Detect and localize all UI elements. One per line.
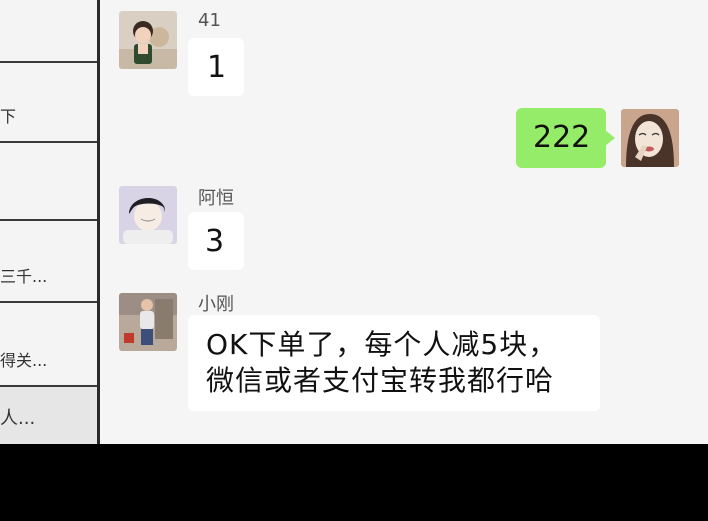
message-bubble[interactable]: 3 [188, 212, 244, 270]
conversation-snippet: 人... [0, 408, 36, 429]
bottom-black-bar [0, 444, 708, 521]
sender-name: 阿恒 [198, 188, 234, 209]
conversation-item[interactable] [0, 0, 97, 63]
message-bubble[interactable]: 1 [188, 38, 244, 96]
avatar-man-photo-icon [119, 293, 177, 351]
message-text-line: 微信或者支付宝转我都行哈 [206, 364, 555, 397]
avatar[interactable] [119, 186, 177, 244]
avatar[interactable] [119, 11, 177, 69]
conversation-item[interactable]: 三千... [0, 221, 97, 303]
message-text: 1 [207, 50, 227, 85]
message-text: 3 [205, 224, 225, 259]
conversation-snippet: 三千... [0, 267, 48, 286]
sender-name: 41 [198, 10, 221, 31]
conversation-item[interactable] [0, 143, 97, 221]
avatar-self[interactable] [621, 109, 679, 167]
avatar-woman-sketch-icon [621, 109, 679, 167]
message-bubble[interactable]: OK下单了，每个人减5块， 微信或者支付宝转我都行哈 [188, 315, 600, 411]
conversation-item[interactable]: 得关... [0, 303, 97, 387]
conversation-snippet: 得关... [0, 351, 48, 370]
message-text: 222 [533, 120, 591, 155]
conversation-item[interactable]: 下 [0, 63, 97, 143]
chat-window: 下 三千... 得关... 人... 41 1 222 阿恒 3 小刚 OK下单… [0, 0, 708, 444]
message-bubble-self[interactable]: 222 [516, 108, 615, 168]
avatar-boy-sketch-icon [119, 186, 177, 244]
sender-name: 小刚 [198, 294, 234, 315]
conversation-snippet: 下 [0, 107, 17, 126]
message-text-line: OK下单了，每个人减5块， [206, 328, 558, 361]
conversation-item[interactable]: 人... [0, 387, 97, 444]
conversation-list[interactable]: 下 三千... 得关... 人... [0, 0, 100, 444]
avatar-child-icon [119, 11, 177, 69]
avatar[interactable] [119, 293, 177, 351]
